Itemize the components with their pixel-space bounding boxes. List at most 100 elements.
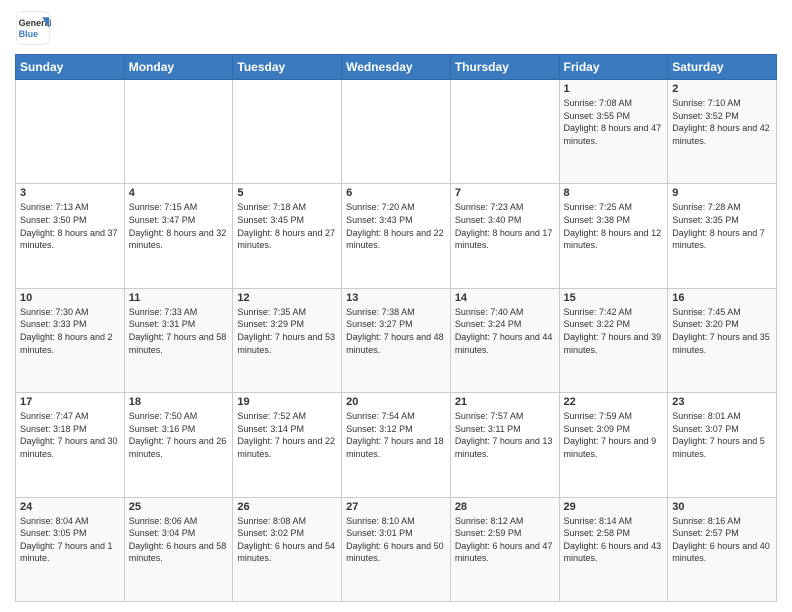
day-header-thursday: Thursday: [450, 55, 559, 80]
day-info: Sunrise: 7:18 AM Sunset: 3:45 PM Dayligh…: [237, 201, 337, 251]
week-row: 3 Sunrise: 7:13 AM Sunset: 3:50 PM Daylig…: [16, 184, 777, 288]
calendar-cell: 11Sunrise: 7:33 AM Sunset: 3:31 PM Dayli…: [124, 288, 233, 392]
calendar-cell: 13 Sunrise: 7:38 AM Sunset: 3:27 PM Dayli…: [342, 288, 451, 392]
calendar-cell: 19 Sunrise: 7:52 AM Sunset: 3:14 PM Dayli…: [233, 393, 342, 497]
day-number: 27: [346, 501, 446, 513]
calendar-cell: 17 Sunrise: 7:47 AM Sunset: 3:18 PM Dayli…: [16, 393, 125, 497]
day-number: 16: [672, 292, 772, 304]
day-info: Sunrise: 8:16 AM Sunset: 2:57 PM Dayligh…: [672, 515, 772, 565]
day-info: Sunrise: 7:23 AM Sunset: 3:40 PM Dayligh…: [455, 201, 555, 251]
day-info: Sunrise: 7:28 AM Sunset: 3:35 PM Dayligh…: [672, 201, 772, 251]
day-number: 8: [564, 187, 664, 199]
day-info: Sunrise: 7:50 AM Sunset: 3:16 PM Dayligh…: [129, 410, 229, 460]
calendar-cell: 1 Sunrise: 7:08 AM Sunset: 3:55 PM Daylig…: [559, 80, 668, 184]
week-row: 10Sunrise: 7:30 AM Sunset: 3:33 PM Dayli…: [16, 288, 777, 392]
calendar-cell: 22 Sunrise: 7:59 AM Sunset: 3:09 PM Dayli…: [559, 393, 668, 497]
day-number: 25: [129, 501, 229, 513]
day-info: Sunrise: 8:12 AM Sunset: 2:59 PM Dayligh…: [455, 515, 555, 565]
day-info: Sunrise: 7:13 AM Sunset: 3:50 PM Dayligh…: [20, 201, 120, 251]
calendar-cell: 29 Sunrise: 8:14 AM Sunset: 2:58 PM Dayli…: [559, 497, 668, 601]
calendar-cell: 25 Sunrise: 8:06 AM Sunset: 3:04 PM Dayli…: [124, 497, 233, 601]
day-info: Sunrise: 7:42 AM Sunset: 3:22 PM Dayligh…: [564, 306, 664, 356]
day-number: 20: [346, 396, 446, 408]
week-row: 17 Sunrise: 7:47 AM Sunset: 3:18 PM Dayli…: [16, 393, 777, 497]
day-number: 26: [237, 501, 337, 513]
calendar-cell: [124, 80, 233, 184]
calendar-cell: [233, 80, 342, 184]
day-info: Sunrise: 7:47 AM Sunset: 3:18 PM Dayligh…: [20, 410, 120, 460]
calendar-cell: 18Sunrise: 7:50 AM Sunset: 3:16 PM Dayli…: [124, 393, 233, 497]
calendar-cell: 14 Sunrise: 7:40 AM Sunset: 3:24 PM Dayli…: [450, 288, 559, 392]
day-number: 13: [346, 292, 446, 304]
day-number: 4: [129, 187, 229, 199]
calendar-cell: 10Sunrise: 7:30 AM Sunset: 3:33 PM Dayli…: [16, 288, 125, 392]
calendar-cell: 5 Sunrise: 7:18 AM Sunset: 3:45 PM Daylig…: [233, 184, 342, 288]
calendar: SundayMondayTuesdayWednesdayThursdayFrid…: [15, 54, 777, 602]
day-info: Sunrise: 7:15 AM Sunset: 3:47 PM Dayligh…: [129, 201, 229, 251]
day-info: Sunrise: 7:52 AM Sunset: 3:14 PM Dayligh…: [237, 410, 337, 460]
day-info: Sunrise: 7:08 AM Sunset: 3:55 PM Dayligh…: [564, 97, 664, 147]
day-info: Sunrise: 8:10 AM Sunset: 3:01 PM Dayligh…: [346, 515, 446, 565]
day-number: 1: [564, 83, 664, 95]
day-number: 23: [672, 396, 772, 408]
day-info: Sunrise: 7:38 AM Sunset: 3:27 PM Dayligh…: [346, 306, 446, 356]
calendar-cell: 15 Sunrise: 7:42 AM Sunset: 3:22 PM Dayli…: [559, 288, 668, 392]
calendar-cell: 30 Sunrise: 8:16 AM Sunset: 2:57 PM Dayli…: [668, 497, 777, 601]
day-info: Sunrise: 7:35 AM Sunset: 3:29 PM Dayligh…: [237, 306, 337, 356]
calendar-cell: 2 Sunrise: 7:10 AM Sunset: 3:52 PM Daylig…: [668, 80, 777, 184]
day-header-tuesday: Tuesday: [233, 55, 342, 80]
logo: General Blue: [15, 10, 55, 46]
day-number: 30: [672, 501, 772, 513]
day-number: 2: [672, 83, 772, 95]
calendar-cell: 6 Sunrise: 7:20 AM Sunset: 3:43 PM Daylig…: [342, 184, 451, 288]
day-number: 21: [455, 396, 555, 408]
day-number: 3: [20, 187, 120, 199]
calendar-cell: 12 Sunrise: 7:35 AM Sunset: 3:29 PM Dayli…: [233, 288, 342, 392]
calendar-cell: 28 Sunrise: 8:12 AM Sunset: 2:59 PM Dayli…: [450, 497, 559, 601]
day-header-monday: Monday: [124, 55, 233, 80]
day-header-sunday: Sunday: [16, 55, 125, 80]
calendar-cell: 26 Sunrise: 8:08 AM Sunset: 3:02 PM Dayli…: [233, 497, 342, 601]
day-info: Sunrise: 8:08 AM Sunset: 3:02 PM Dayligh…: [237, 515, 337, 565]
day-info: Sunrise: 7:10 AM Sunset: 3:52 PM Dayligh…: [672, 97, 772, 147]
day-number: 22: [564, 396, 664, 408]
day-number: 11: [129, 292, 229, 304]
day-number: 10: [20, 292, 120, 304]
day-number: 24: [20, 501, 120, 513]
calendar-cell: 16Sunrise: 7:45 AM Sunset: 3:20 PM Dayli…: [668, 288, 777, 392]
header: General Blue: [15, 10, 777, 46]
day-number: 28: [455, 501, 555, 513]
day-header-friday: Friday: [559, 55, 668, 80]
calendar-cell: 20 Sunrise: 7:54 AM Sunset: 3:12 PM Dayli…: [342, 393, 451, 497]
logo-icon: General Blue: [15, 10, 51, 46]
day-number: 15: [564, 292, 664, 304]
day-header-wednesday: Wednesday: [342, 55, 451, 80]
day-info: Sunrise: 8:14 AM Sunset: 2:58 PM Dayligh…: [564, 515, 664, 565]
calendar-cell: 7 Sunrise: 7:23 AM Sunset: 3:40 PM Daylig…: [450, 184, 559, 288]
day-number: 9: [672, 187, 772, 199]
day-info: Sunrise: 8:06 AM Sunset: 3:04 PM Dayligh…: [129, 515, 229, 565]
day-number: 17: [20, 396, 120, 408]
day-number: 14: [455, 292, 555, 304]
calendar-body: 1 Sunrise: 7:08 AM Sunset: 3:55 PM Daylig…: [16, 80, 777, 602]
day-info: Sunrise: 7:54 AM Sunset: 3:12 PM Dayligh…: [346, 410, 446, 460]
day-number: 6: [346, 187, 446, 199]
week-row: 24 Sunrise: 8:04 AM Sunset: 3:05 PM Dayli…: [16, 497, 777, 601]
day-number: 5: [237, 187, 337, 199]
day-info: Sunrise: 7:40 AM Sunset: 3:24 PM Dayligh…: [455, 306, 555, 356]
day-info: Sunrise: 7:59 AM Sunset: 3:09 PM Dayligh…: [564, 410, 664, 460]
day-number: 19: [237, 396, 337, 408]
calendar-header: SundayMondayTuesdayWednesdayThursdayFrid…: [16, 55, 777, 80]
calendar-cell: 21 Sunrise: 7:57 AM Sunset: 3:11 PM Dayli…: [450, 393, 559, 497]
calendar-cell: [450, 80, 559, 184]
day-number: 12: [237, 292, 337, 304]
header-row: SundayMondayTuesdayWednesdayThursdayFrid…: [16, 55, 777, 80]
day-number: 29: [564, 501, 664, 513]
day-info: Sunrise: 8:04 AM Sunset: 3:05 PM Dayligh…: [20, 515, 120, 565]
day-info: Sunrise: 7:57 AM Sunset: 3:11 PM Dayligh…: [455, 410, 555, 460]
day-info: Sunrise: 7:20 AM Sunset: 3:43 PM Dayligh…: [346, 201, 446, 251]
day-header-saturday: Saturday: [668, 55, 777, 80]
svg-text:Blue: Blue: [19, 29, 39, 39]
day-number: 7: [455, 187, 555, 199]
calendar-cell: 4 Sunrise: 7:15 AM Sunset: 3:47 PM Daylig…: [124, 184, 233, 288]
